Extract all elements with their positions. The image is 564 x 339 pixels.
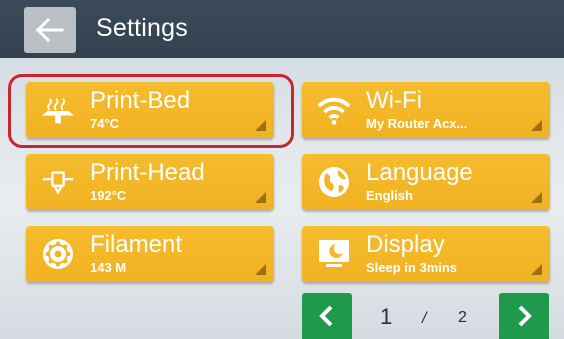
language-tile[interactable]: Language English [302,154,550,210]
tile-label: Wi-Fi [366,87,422,114]
corner-indicator [255,192,266,203]
filament-tile[interactable]: Filament 143 M [26,226,274,282]
back-button[interactable] [24,7,76,53]
globe-icon [316,164,352,200]
print-bed-highlight-outline [8,74,294,148]
display-tile[interactable]: Display Sleep in 3mins [302,226,550,282]
tile-value: 192°C [90,188,127,203]
top-bar: Settings [0,0,564,58]
tile-label: Filament [90,231,183,258]
tile-label: Display [366,231,445,258]
corner-indicator [531,192,542,203]
filament-spool-icon [40,236,76,272]
arrow-left-icon [35,17,64,43]
previous-page-button[interactable] [302,293,352,339]
next-page-button[interactable] [499,293,549,339]
chevron-right-icon [518,305,532,327]
wifi-icon [316,92,352,128]
display-sleep-icon [316,236,352,272]
tile-value: My Router Acx... [366,116,468,131]
tile-label: Print-Head [90,159,205,186]
current-page: 1 [380,304,393,329]
total-pages: 2 [458,309,467,326]
tile-value: Sleep in 3mins [366,260,458,275]
corner-indicator [531,120,542,131]
tile-value: 143 M [90,260,127,275]
page-title: Settings [96,14,188,42]
page-separator: / [422,310,427,327]
tile-value: English [366,188,413,203]
nozzle-icon [40,164,76,200]
tile-label: Language [366,159,473,186]
wifi-tile[interactable]: Wi-Fi My Router Acx... [302,82,550,138]
corner-indicator [255,264,266,275]
chevron-left-icon [319,305,333,327]
corner-indicator [531,264,542,275]
print-head-tile[interactable]: Print-Head 192°C [26,154,274,210]
